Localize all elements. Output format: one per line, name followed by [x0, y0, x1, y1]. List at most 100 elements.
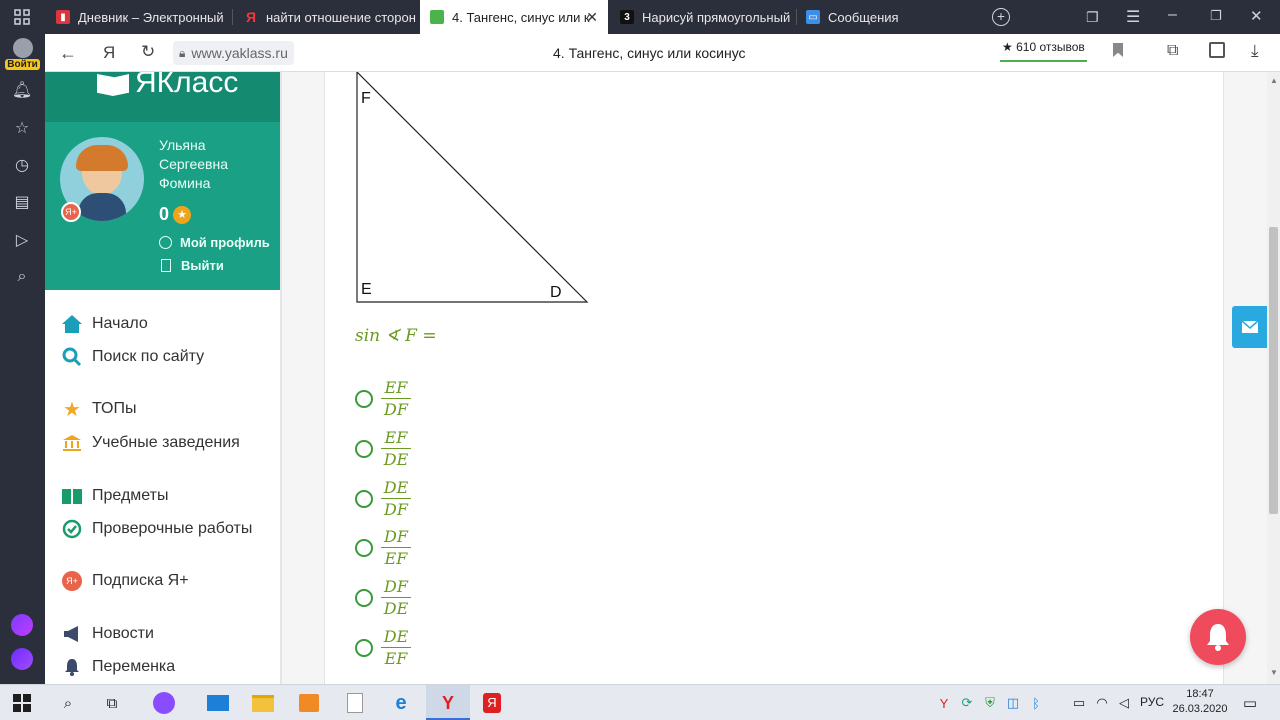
- option-1[interactable]: EF DF: [355, 379, 411, 418]
- task-view-icon[interactable]: ⧉: [100, 691, 124, 715]
- yandex-icon: Я: [245, 9, 257, 25]
- nav-tops[interactable]: ★ ТОПы: [61, 398, 136, 421]
- reload-icon[interactable]: ↻: [141, 42, 155, 62]
- alice-taskbar-icon[interactable]: [152, 691, 176, 715]
- bookmark-icon[interactable]: [1113, 43, 1123, 57]
- tab-yandex-search[interactable]: Я найти отношение сторон: [236, 0, 416, 34]
- wifi-icon[interactable]: ◠: [1090, 691, 1114, 715]
- radio-button[interactable]: [355, 439, 373, 458]
- notifications-icon[interactable]: 🔔︎: [12, 80, 32, 100]
- close-window-icon[interactable]: ✕: [1250, 7, 1263, 25]
- tray-app-icon[interactable]: ⟳: [955, 691, 979, 715]
- points-counter: 0 ★: [159, 204, 192, 225]
- tab-yaklass-active[interactable]: 4. Тангенс, синус или к ✕: [420, 0, 608, 34]
- windows-taskbar: ⌕ ⧉ e Y Я Y ⟳ ⛨ ◫ ᛒ ▭ ◠ ◁ РУС 18:47 26.0…: [0, 684, 1280, 720]
- back-icon[interactable]: ←: [59, 43, 77, 64]
- login-button[interactable]: Войти: [5, 38, 40, 72]
- option-4[interactable]: DF EF: [355, 528, 411, 567]
- minimize-icon[interactable]: –: [1168, 6, 1177, 24]
- nav-subjects[interactable]: Предметы: [61, 486, 168, 506]
- scroll-down-icon[interactable]: ▼: [1270, 668, 1278, 677]
- downloads-icon[interactable]: ⤓: [1251, 41, 1259, 61]
- tab-messages[interactable]: ▭ Сообщения: [800, 0, 980, 34]
- radio-button[interactable]: [355, 489, 373, 508]
- collections-icon[interactable]: ▤: [12, 192, 32, 212]
- znanija-icon: 3: [620, 10, 634, 24]
- close-tab-icon[interactable]: ✕: [586, 9, 598, 26]
- browser-tab-bar: ▮ Дневник – Электронный Я найти отношени…: [0, 0, 1280, 34]
- logout-icon: [161, 259, 171, 272]
- yandex-app-icon[interactable]: Я: [480, 691, 504, 715]
- mail-app-icon[interactable]: [206, 691, 230, 715]
- restore-icon[interactable]: ❐: [1210, 8, 1222, 24]
- radio-button[interactable]: [355, 638, 373, 657]
- tab-diary[interactable]: ▮ Дневник – Электронный: [48, 0, 228, 34]
- mail-icon: [1241, 320, 1258, 333]
- collections-button-icon[interactable]: ⧉: [1167, 42, 1178, 60]
- scroll-up-icon[interactable]: ▲: [1270, 76, 1278, 85]
- star-icon: ★: [63, 398, 81, 421]
- tray-network-app-icon[interactable]: ◫: [1001, 691, 1025, 715]
- fraction: EF DE: [381, 429, 411, 468]
- tray-yandex-icon[interactable]: Y: [932, 691, 956, 715]
- bookmarks-star-icon[interactable]: ☆: [12, 118, 32, 138]
- logout-link[interactable]: Выйти: [159, 258, 224, 273]
- radio-button[interactable]: [355, 588, 373, 607]
- yaklass-book-icon: [97, 74, 129, 96]
- option-2[interactable]: EF DE: [355, 429, 411, 468]
- nav-subscription[interactable]: Я+ Подписка Я+: [61, 571, 189, 591]
- alice-icon[interactable]: [11, 614, 33, 636]
- feedback-mail-button[interactable]: [1232, 306, 1267, 348]
- new-tab-button[interactable]: +: [992, 8, 1010, 26]
- lock-icon: 🔒︎: [179, 45, 186, 60]
- tab-znanija[interactable]: 3 Нарисуй прямоугольный: [612, 0, 792, 34]
- my-profile-link[interactable]: Мой профиль: [159, 235, 270, 250]
- tab-manager-icon[interactable]: ❐: [1086, 9, 1099, 26]
- nav-break[interactable]: Переменка: [61, 657, 175, 677]
- file-explorer-icon[interactable]: [251, 691, 275, 715]
- edge-icon[interactable]: e: [389, 691, 413, 715]
- battery-icon[interactable]: ▭: [1067, 691, 1091, 715]
- scrollbar-thumb[interactable]: [1269, 227, 1278, 514]
- tabs-grid-icon[interactable]: [12, 7, 32, 27]
- option-5[interactable]: DF DE: [355, 578, 411, 617]
- user-avatar-icon: [12, 38, 33, 58]
- nav-tests[interactable]: Проверочные работы: [61, 519, 252, 539]
- action-center-icon[interactable]: ▭: [1238, 691, 1262, 715]
- nav-news[interactable]: Новости: [61, 624, 154, 644]
- book-icon: [61, 486, 83, 506]
- nav-home[interactable]: Начало: [61, 314, 148, 334]
- nav-search[interactable]: Поиск по сайту: [61, 347, 204, 367]
- bell-icon: [61, 657, 83, 677]
- lens-search-icon[interactable]: ⌕: [12, 267, 32, 287]
- notifications-bell-button[interactable]: [1190, 609, 1246, 665]
- ya-plus-badge-icon: Я+: [61, 202, 81, 222]
- page-scrollbar[interactable]: ▲ ▼: [1267, 72, 1280, 684]
- option-3[interactable]: DE DF: [355, 479, 411, 518]
- search-icon[interactable]: ⌕: [56, 691, 80, 715]
- volume-icon[interactable]: ◁: [1112, 691, 1136, 715]
- url-field[interactable]: 🔒︎ www.yaklass.ru: [173, 41, 294, 65]
- history-icon[interactable]: ◷: [12, 155, 32, 175]
- nav-schools[interactable]: Учебные заведения: [61, 433, 240, 453]
- yandex-browser-icon[interactable]: Y: [436, 691, 460, 715]
- radio-button[interactable]: [355, 389, 373, 408]
- tray-shield-icon[interactable]: ⛨: [978, 691, 1002, 715]
- alice-voice-icon[interactable]: [11, 648, 33, 670]
- site-logo[interactable]: ЯКласс: [135, 72, 238, 100]
- extension-icon[interactable]: [1209, 42, 1225, 58]
- windows-start-icon[interactable]: [10, 691, 34, 715]
- radio-button[interactable]: [355, 538, 373, 557]
- language-indicator[interactable]: РУС: [1140, 695, 1164, 709]
- address-bar: ← Я ↻ 🔒︎ www.yaklass.ru 4. Тангенс, сину…: [45, 34, 1280, 72]
- clock[interactable]: 18:47 26.03.2020: [1172, 687, 1228, 717]
- option-6[interactable]: DE EF: [355, 628, 411, 667]
- bluetooth-icon[interactable]: ᛒ: [1024, 691, 1048, 715]
- fraction: DE DF: [381, 479, 411, 518]
- menu-icon[interactable]: ☰: [1126, 7, 1140, 27]
- yandex-home-icon[interactable]: Я: [103, 43, 115, 63]
- media-player-icon[interactable]: [297, 691, 321, 715]
- video-icon[interactable]: ▷: [12, 230, 32, 250]
- reviews-badge[interactable]: ★ 610 отзывов: [1000, 40, 1087, 62]
- document-icon[interactable]: [343, 691, 367, 715]
